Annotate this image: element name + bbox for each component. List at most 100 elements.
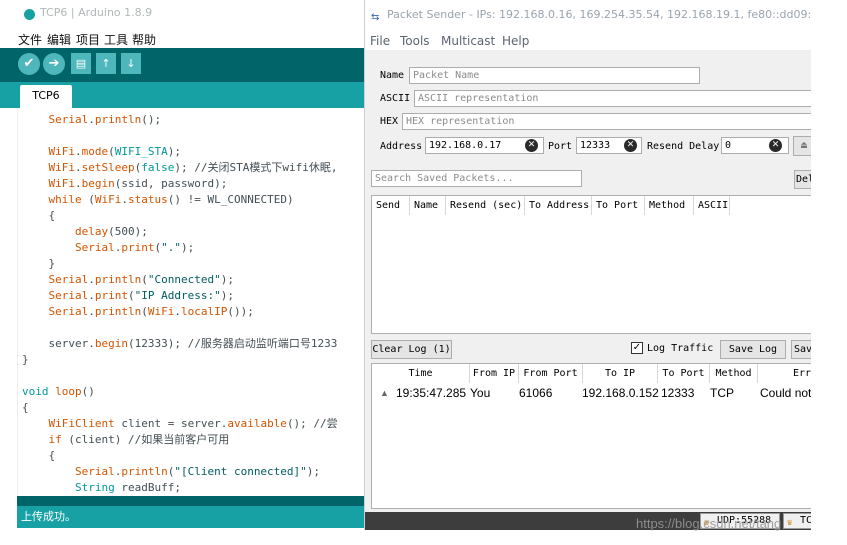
tcp-status-badge[interactable]: ♛ TC [783,513,811,529]
code-token: "Connected" [147,273,221,286]
open-sketch-button[interactable]: ↑ [96,53,116,74]
traffic-log-table[interactable]: Time From IP From Port To IP To Port Met… [371,363,811,509]
tab-tcp6[interactable]: TCP6 [20,85,72,108]
log-traffic-checkbox[interactable]: ✓ [631,342,643,354]
code-line: Serial.print("."); [22,240,338,256]
code-token: ); [180,241,195,254]
menu-file[interactable]: File [370,34,390,48]
code-token: delay [74,225,109,238]
col-method[interactable]: Method [710,364,758,383]
code-token: Serial [48,305,89,318]
clear-address-icon[interactable]: ✕ [525,139,538,152]
col-method[interactable]: Method [645,196,694,215]
ascii-input[interactable]: ASCII representation [414,90,811,107]
log-traffic-label: Log Traffic [647,343,714,354]
code-token: ); [167,145,181,158]
col-to-ip[interactable]: To IP [583,364,658,383]
arduino-window-title: TCP6 | Arduino 1.8.9 [40,6,153,19]
code-editor[interactable]: Serial.println(); WiFi.mode(WIFI_STA); W… [17,108,364,496]
code-token: "IP Address:" [134,289,221,302]
code-line: void loop() [22,384,338,400]
code-token: (500); [108,225,148,238]
code-token: . [88,113,95,126]
packet-name-input[interactable]: Packet Name [409,67,700,84]
address-label: Address [380,141,423,152]
verify-button[interactable]: ✔ [18,53,40,75]
menu-tools[interactable]: Tools [400,34,430,48]
menu-help[interactable]: Help [502,34,529,48]
new-sketch-button[interactable]: ▤ [71,53,91,74]
menu-tools[interactable]: 工具 [104,31,128,48]
tcp-status-text: TC [800,515,811,526]
col-time[interactable]: Time [372,364,470,383]
code-token: ( [108,145,115,158]
code-token: ()); [227,305,254,318]
col-to-port[interactable]: To Port [592,196,645,215]
col-to-port[interactable]: To Port [658,364,710,383]
code-token: Serial [48,289,89,302]
code-token: ); [220,289,234,302]
code-token: . [75,177,82,190]
menu-help[interactable]: 帮助 [132,31,156,48]
name-label: Name [380,70,405,81]
col-resend[interactable]: Resend (sec) [446,196,525,215]
col-to-address[interactable]: To Address [525,196,592,215]
col-ascii[interactable]: ASCII [694,196,730,215]
menu-edit[interactable]: 编辑 [47,31,71,48]
code-token: client = server. [114,417,228,430]
code-token: Serial [48,273,89,286]
saved-packets-table[interactable]: Send Name Resend (sec) To Address To Por… [371,195,811,334]
hex-input[interactable]: HEX representation [402,113,811,130]
code-line: if (client) //如果当前客户可用 [22,432,338,448]
code-token: false [141,161,175,174]
clear-log-button[interactable]: Clear Log (1) [371,340,452,359]
code-token: Serial [74,465,115,478]
col-from-port[interactable]: From Port [519,364,583,383]
delete-saved-button[interactable]: Del [794,170,811,189]
col-send[interactable]: Send [372,196,410,215]
code-token: ( [81,193,95,206]
upload-button[interactable]: ➔ [43,53,65,75]
code-token: loop [55,385,82,398]
save-button[interactable]: Sav [791,340,811,359]
col-from-ip[interactable]: From IP [470,364,519,383]
send-icon: ⏏ [800,140,808,151]
log-error: Could not [760,386,811,400]
tcp-server-icon: ♛ [787,518,793,528]
ascii-label: ASCII [380,93,411,104]
code-line: { [22,448,338,464]
col-error[interactable]: Err [758,364,811,383]
code-token: (); //尝 [286,417,338,430]
code-line: server.begin(12333); //服务器启动监听端口号1233 [22,336,338,352]
clear-port-icon[interactable]: ✕ [624,139,637,152]
save-sketch-button[interactable]: ↓ [121,53,141,74]
code-line: delay(500); [22,224,338,240]
code-token: { [22,449,56,462]
search-saved-packets-input[interactable]: Search Saved Packets... [371,170,582,187]
code-token: ( [141,305,148,318]
send-button[interactable]: ⏏ [793,136,811,156]
code-token: . [174,305,181,318]
arduino-window: TCP6 | Arduino 1.8.9 文件 编辑 项目 工具 帮助 ✔ ➔ … [0,0,364,530]
arduino-status-divider [17,496,364,506]
port-label: Port [548,141,573,152]
menu-sketch[interactable]: 项目 [76,31,100,48]
col-name[interactable]: Name [410,196,446,215]
save-log-button[interactable]: Save Log [720,340,786,359]
code-token: println [94,305,142,318]
code-token: begin [94,337,128,350]
clear-resend-icon[interactable]: ✕ [769,139,782,152]
menu-multicast[interactable]: Multicast [441,34,495,48]
code-token: ); //关闭STA模式下wifi休眠, [174,161,338,174]
resend-delay-label: Resend Delay [647,141,720,152]
menu-file[interactable]: 文件 [18,31,42,48]
code-token: WiFi [147,305,175,318]
